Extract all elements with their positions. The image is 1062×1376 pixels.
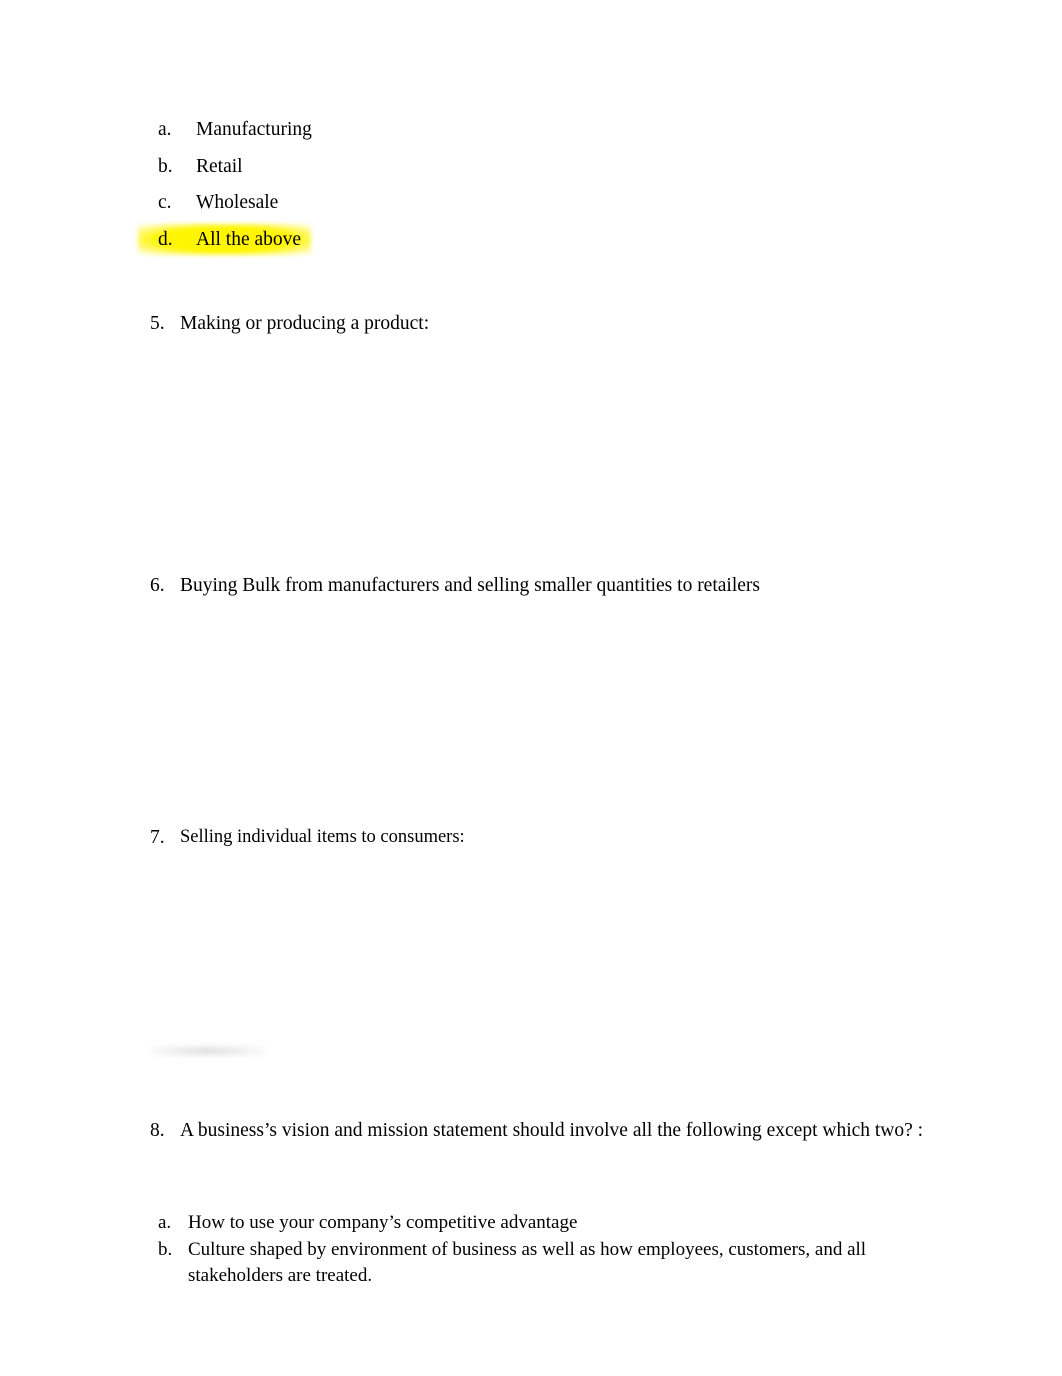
list-marker: c. [158, 192, 172, 213]
document-body: a. Manufacturing b. Retail c. Wholesale … [138, 120, 950, 1286]
answer-choice-list-bottom: a. How to use your company’s competitive… [150, 1210, 950, 1291]
question-number: 8. [150, 1120, 165, 1141]
list-item: a. How to use your company’s competitive… [150, 1210, 950, 1236]
document-page: a. Manufacturing b. Retail c. Wholesale … [0, 0, 1062, 1376]
list-marker: b. [158, 155, 173, 177]
list-marker: a. [158, 119, 172, 140]
question-text: Making or producing a product: [180, 313, 430, 334]
question-item: 8. A business’s vision and mission state… [150, 1120, 923, 1142]
question-item: 6. Buying Bulk from manufacturers and se… [150, 575, 760, 597]
list-item: a. Manufacturing [150, 120, 950, 140]
list-marker: d. [158, 228, 173, 250]
list-text: Manufacturing [196, 119, 312, 140]
list-text: How to use your company’s competitive ad… [188, 1212, 578, 1233]
list-text: Retail [196, 155, 243, 177]
list-item: b. Retail [150, 155, 950, 177]
list-text: Wholesale [196, 192, 279, 213]
question-text: Buying Bulk from manufacturers and selli… [180, 575, 760, 596]
list-marker: a. [158, 1212, 172, 1233]
question-item: 7. Selling individual items to consumers… [150, 827, 465, 849]
highlight-wrapper: d. All the above [138, 223, 312, 255]
question-item: 5. Making or producing a product: [150, 313, 429, 335]
faint-smudge-artifact [150, 1045, 265, 1057]
list-item-highlighted: d. All the above [138, 223, 950, 255]
list-text: Culture shaped by environment of busines… [188, 1239, 867, 1287]
list-marker: b. [158, 1239, 173, 1261]
question-number: 7. [150, 827, 165, 848]
question-number: 6. [150, 575, 165, 596]
list-item: b. Culture shaped by environment of busi… [150, 1237, 950, 1289]
answer-choice-list-top: a. Manufacturing b. Retail c. Wholesale … [138, 120, 950, 255]
list-text: All the above [196, 228, 302, 250]
list-item: c. Wholesale [150, 193, 950, 213]
question-text: Selling individual items to consumers: [180, 827, 465, 847]
question-number: 5. [150, 313, 165, 334]
question-text: A business’s vision and mission statemen… [180, 1120, 924, 1141]
